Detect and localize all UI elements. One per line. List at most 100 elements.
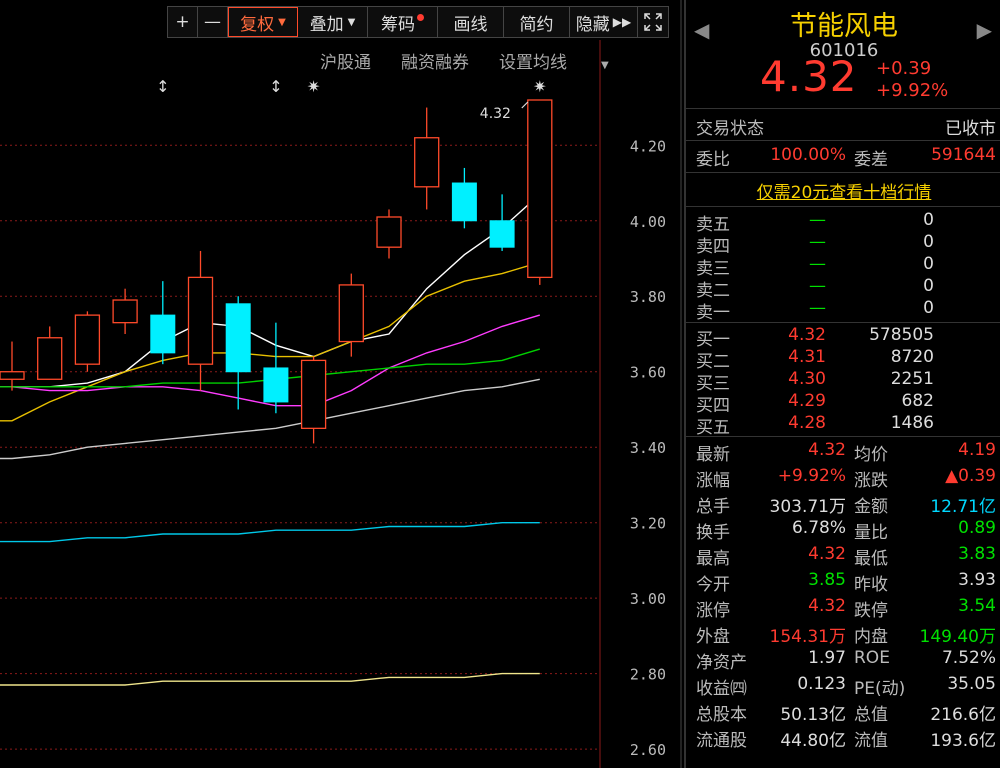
quote-value: 12.71亿 [930, 497, 996, 517]
bid-row: 买三 4.30 2251 [696, 369, 996, 394]
status-label: 交易状态 [696, 119, 764, 139]
quote-row: 涨停 4.32 跌停 3.54 [696, 596, 996, 621]
webi-label: 委比 [696, 150, 730, 170]
stock-name: 节能风电 [790, 11, 898, 42]
chart-toolbar: + — 复权 ▼ 叠加 ▼ 筹码 画线 简约 隐藏 ▶▶ [167, 6, 669, 38]
quote-label: 量比 [854, 523, 888, 543]
quote-value: 149.40万 [919, 627, 996, 647]
diejia-label: 叠加 [309, 14, 344, 35]
candle-body-up [527, 99, 553, 279]
set-ma-label: 设置均线 [499, 53, 567, 73]
bid-price: 4.30 [788, 369, 826, 389]
quote-value: 4.19 [958, 440, 996, 460]
quote-label: 昨收 [854, 575, 888, 595]
bid-row: 买二 4.31 8720 [696, 347, 996, 372]
huaxian-button[interactable]: 画线 [438, 7, 504, 37]
candle-body-up [0, 371, 25, 380]
quote-value: 1.97 [808, 648, 846, 668]
expand-button[interactable] [638, 7, 668, 37]
quote-value: 4.32 [808, 440, 846, 460]
notification-dot-icon [417, 13, 424, 21]
candle-body-up [187, 276, 214, 365]
level2-promo-link[interactable]: 仅需20元查看十档行情 [686, 178, 1000, 203]
candlestick-chart[interactable]: 4.20 4.00 3.80 3.60 3.40 3.20 3.00 2.80 2.60 4.32… [0, 0, 680, 768]
ask-volume: 0 [923, 298, 934, 318]
caret-down-icon: ▼ [347, 16, 356, 28]
bid-price: 4.32 [788, 325, 826, 345]
weicha-value: 591644 [931, 145, 996, 165]
jianyue-button[interactable]: 简约 [504, 7, 570, 37]
quote-value: 216.6亿 [930, 705, 996, 725]
hugutong-link[interactable]: 沪股通 [320, 48, 371, 73]
quote-panel: ◀ ▶ 节能风电 601016 4.32 +0.39 +9.92% 交易状态 已… [684, 0, 1000, 768]
zoom-out-button[interactable]: — [198, 7, 228, 37]
y-tick-label: 3.60 [630, 364, 666, 382]
diejia-button[interactable]: 叠加 ▼ [298, 7, 368, 37]
quote-value: ▲0.39 [945, 466, 996, 486]
quote-label: 外盘 [696, 627, 730, 647]
bid-label: 买五 [696, 418, 730, 438]
moving-average-line [0, 672, 540, 686]
quote-value: 7.52% [941, 648, 996, 668]
ask-price: — [809, 298, 826, 318]
rongzi-link[interactable]: 融资融券 [401, 48, 469, 73]
quote-label: ROE [854, 648, 890, 668]
expand-icon [644, 13, 662, 31]
quote-row: 收益㈣ 0.123 PE(动) 35.05 [696, 674, 996, 699]
quote-row: 换手 6.78% 量比 0.89 [696, 518, 996, 543]
chouma-button[interactable]: 筹码 [368, 7, 438, 37]
zoom-in-button[interactable]: + [168, 7, 198, 37]
quote-label: 净资产 [696, 653, 747, 673]
ask-volume: 0 [923, 232, 934, 252]
bid-price: 4.28 [788, 413, 826, 433]
bid-volume: 8720 [890, 347, 934, 367]
candle-body-up [414, 137, 440, 188]
divider [686, 172, 1000, 173]
quote-label: 内盘 [854, 627, 888, 647]
caret-down-icon: ▼ [601, 60, 609, 71]
candle-body-up [338, 284, 364, 343]
ask-row: 卖五 —0 [696, 210, 996, 235]
candle-body-down [263, 367, 289, 403]
quote-row: 外盘 154.31万 内盘 149.40万 [696, 622, 996, 647]
candle-body-down [150, 314, 176, 354]
quote-value: 3.85 [808, 570, 846, 590]
y-tick-label: 3.20 [630, 515, 666, 533]
y-tick-label: 4.20 [630, 137, 666, 155]
bid-row: 买五 4.28 1486 [696, 413, 996, 438]
bid-volume: 1486 [890, 413, 934, 433]
bid-price: 4.29 [788, 391, 826, 411]
quote-label: 涨跌 [854, 471, 888, 491]
quote-label: 换手 [696, 523, 730, 543]
quote-value: 3.93 [958, 570, 996, 590]
divider [686, 436, 1000, 437]
current-price: 4.32 [760, 52, 858, 101]
quote-row: 最高 4.32 最低 3.83 [696, 544, 996, 569]
fuquan-button[interactable]: 复权 ▼ [228, 7, 298, 37]
divider [686, 108, 1000, 109]
quote-row: 总股本 50.13亿 总值 216.6亿 [696, 700, 996, 725]
bid-price: 4.31 [788, 347, 826, 367]
high-price-label: 4.32 [480, 106, 511, 122]
candle-body-up [37, 337, 63, 380]
ask-price: — [809, 210, 826, 230]
quote-value: 44.80亿 [780, 731, 846, 751]
yincang-button[interactable]: 隐藏 ▶▶ [570, 7, 638, 37]
quote-label: 总股本 [696, 705, 747, 725]
quote-label: 最新 [696, 445, 730, 465]
status-row: 交易状态 已收市 [696, 114, 996, 139]
quote-value: 4.32 [808, 544, 846, 564]
quote-row: 净资产 1.97 ROE 7.52% [696, 648, 996, 673]
quote-value: 35.05 [947, 674, 996, 694]
set-ma-link[interactable]: 设置均线 ▼ [499, 48, 639, 73]
quote-label: 金额 [854, 497, 888, 517]
quote-label: 涨幅 [696, 471, 730, 491]
ask-row: 卖二 —0 [696, 276, 996, 301]
quote-row: 流通股 44.80亿 流值 193.6亿 [696, 726, 996, 751]
ask-row: 卖三 —0 [696, 254, 996, 279]
webi-value: 100.00% [770, 145, 846, 165]
panel-divider [680, 0, 682, 768]
quote-label: PE(动) [854, 679, 906, 699]
candle-body-down [489, 220, 515, 248]
y-tick-label: 2.80 [630, 666, 666, 684]
